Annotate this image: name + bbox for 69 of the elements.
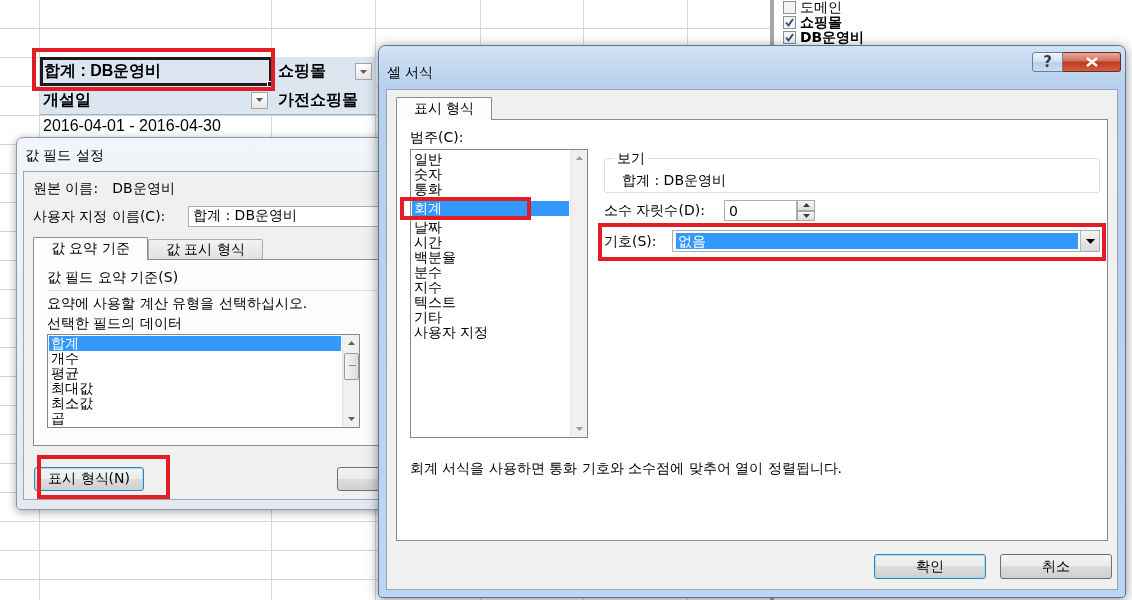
section-label: 값 필드 요약 기준(S) [47, 269, 179, 286]
down-arrow-icon [347, 417, 355, 421]
list-item[interactable]: 개수 [49, 351, 341, 366]
tab[interactable]: 표시 형식 [396, 97, 493, 120]
spin-down-button[interactable] [797, 210, 815, 221]
list-item[interactable]: 숫자 [412, 167, 569, 182]
up-arrow-icon [802, 203, 810, 208]
list-item[interactable]: 텍스트 [412, 295, 569, 310]
field-label: 기호(S): [604, 232, 658, 250]
up-arrow-icon [347, 341, 355, 345]
description-text: 회계 서식을 사용하면 통화 기호와 소수점에 맞추어 열이 정렬됩니다. [410, 460, 844, 477]
number-field[interactable]: 0 [724, 200, 797, 221]
list-item[interactable]: 최대값 [49, 381, 341, 396]
list-item[interactable]: 최소값 [49, 396, 341, 411]
field-value: DB운영비 [112, 180, 175, 197]
down-arrow-icon [575, 427, 583, 431]
list-item[interactable]: 지수 [412, 280, 569, 295]
scrollbar[interactable] [570, 150, 587, 437]
dropdown-button[interactable] [251, 91, 268, 109]
field-label: 사용자 지정 이름(C): [33, 207, 167, 225]
list-item[interactable]: 곱 [49, 411, 341, 426]
field-label: 도메인 [800, 0, 842, 15]
field-label: DB운영비 [800, 30, 865, 45]
table-cell-text: 2016-04-01 - 2016-04-30 [42, 116, 222, 136]
list-item[interactable]: 분수 [412, 265, 569, 280]
list-item[interactable]: 시간 [412, 235, 569, 250]
scrollbar[interactable] [342, 335, 359, 427]
cell-text: 쇼핑몰 [277, 61, 326, 81]
field-label: 범주(C): [410, 129, 464, 146]
window-title: 셀 서식 [387, 64, 434, 80]
spin-up-button[interactable] [797, 200, 815, 211]
caret-icon [360, 69, 367, 74]
checkbox[interactable] [783, 1, 796, 14]
down-arrow-icon [802, 213, 810, 218]
dropdown-button[interactable] [355, 63, 372, 80]
field-label: 쇼핑몰 [800, 15, 842, 30]
list-item[interactable]: 기타 [412, 310, 569, 325]
field-label: 소수 자릿수(D): [604, 202, 706, 219]
list-item[interactable]: 사용자 지정 [412, 325, 569, 340]
group-label: 보기 [614, 150, 648, 167]
dialog-button[interactable]: 취소 [1000, 554, 1112, 579]
number-format-button[interactable]: 표시 형식(N) [34, 467, 144, 491]
tab[interactable]: 값 표시 형식 [147, 239, 263, 259]
scroll-thumb[interactable] [343, 353, 359, 380]
instruction-text: 선택한 필드의 데이터 [47, 314, 182, 333]
up-arrow-icon [575, 156, 583, 160]
list-item[interactable]: 날짜 [412, 220, 569, 235]
caret-icon [1085, 238, 1095, 244]
list-item[interactable]: 일반 [412, 152, 569, 167]
help-button[interactable]: ? [1032, 52, 1063, 72]
preview-text: 합계 : DB운영비 [622, 172, 726, 188]
checkbox[interactable] [783, 16, 796, 29]
instruction-text: 요약에 사용할 계산 유형을 선택하십시오. [47, 294, 308, 313]
cell-text: 개설일 [42, 89, 91, 110]
checkbox[interactable] [783, 31, 796, 44]
dialog-button[interactable]: 확인 [874, 554, 986, 579]
close-icon [1085, 57, 1098, 67]
field-label: 원본 이름: [33, 180, 99, 197]
pivot-header-cell: 가전쇼핑몰 [272, 86, 376, 115]
dialog-button[interactable] [337, 467, 381, 491]
tab[interactable]: 값 요약 기준 [33, 237, 148, 260]
caret-icon [256, 98, 263, 102]
list-item[interactable]: 평균 [49, 366, 341, 381]
close-button[interactable] [1063, 52, 1121, 72]
list-item[interactable]: 통화 [412, 182, 569, 197]
list-item[interactable]: 백분율 [412, 250, 569, 265]
window-title: 값 필드 설정 [25, 146, 104, 163]
cell-text: 합계 : DB운영비 [43, 61, 162, 81]
dropdown-button[interactable] [1080, 231, 1099, 251]
